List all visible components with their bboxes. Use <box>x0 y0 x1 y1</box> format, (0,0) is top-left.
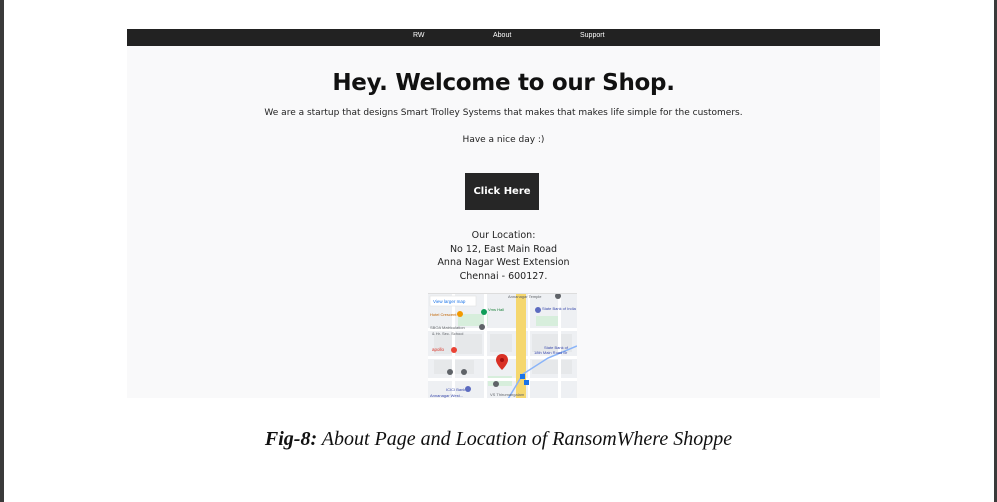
map-label-vms: Vms Hall <box>488 307 504 312</box>
figure-caption: Fig-8: About Page and Location of Ransom… <box>0 428 997 451</box>
map-label-vs: VS Thirumangalam <box>490 392 525 397</box>
figure-label: Fig-8: <box>264 428 318 450</box>
map-label-sboa: SBOA Matriculation <box>430 325 465 330</box>
page-title: Hey. Welcome to our Shop. <box>332 70 675 96</box>
map-label-sbi-branch-2: 18th Main Road Br <box>534 350 568 355</box>
left-border <box>0 0 4 502</box>
map-label-icici: ICICI Bank <box>446 387 465 392</box>
nav-about-link[interactable]: About <box>493 32 511 39</box>
map-label-hotel: Hotel Crescent <box>430 312 457 317</box>
map-label-icici-2: Annanagar West... <box>430 393 463 398</box>
map-label-top: Annanagar Temple <box>508 294 542 299</box>
view-larger-map-link[interactable]: View larger map <box>433 299 466 304</box>
address-line-3: Chennai - 600127. <box>459 270 548 282</box>
click-here-button[interactable]: Click Here <box>465 173 539 210</box>
map-label-sboa-2: & Hr. Sec. School <box>432 331 463 336</box>
website-screenshot: RW About Support Hey. Welcome to our Sho… <box>127 29 880 398</box>
location-map[interactable]: View larger map Hotel Crescent Vms Hall … <box>428 293 577 398</box>
map-label-apollo: apollo <box>432 347 445 352</box>
location-heading: Our Location: <box>471 230 536 241</box>
location-block: Our Location: No 12, East Main Road Anna… <box>127 229 880 283</box>
tagline: We are a startup that designs Smart Trol… <box>264 108 743 118</box>
greeting-text: Have a nice day :) <box>462 135 545 145</box>
nav-support-link[interactable]: Support <box>580 32 605 39</box>
map-label-sbi: State Bank of India <box>542 306 577 311</box>
address-line-2: Anna Nagar West Extension <box>437 257 570 268</box>
navbar: RW About Support <box>127 29 880 46</box>
nav-brand-link[interactable]: RW <box>413 32 425 39</box>
address-line-1: No 12, East Main Road <box>449 243 558 255</box>
figure-caption-text: About Page and Location of RansomWhere S… <box>317 428 733 450</box>
